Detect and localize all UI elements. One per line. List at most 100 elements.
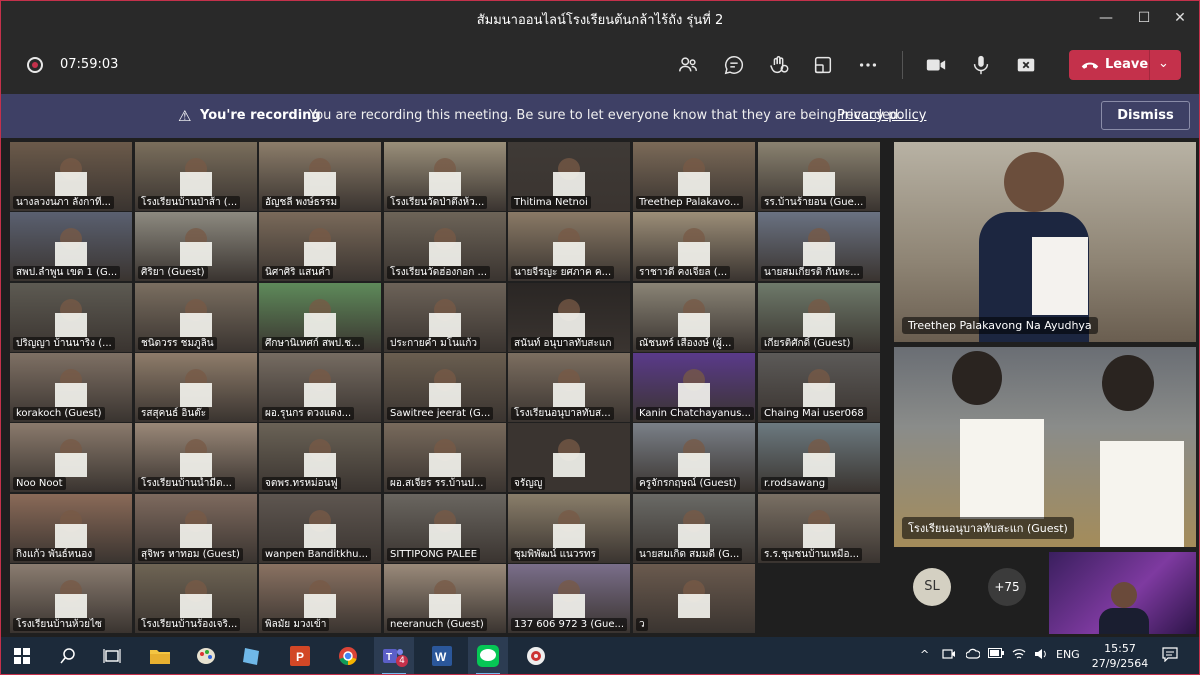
- participant-tile[interactable]: ร.ร.ชุมชนบ้านเหมือ...: [758, 494, 880, 563]
- participant-tile[interactable]: ว: [633, 564, 755, 633]
- reactions-icon[interactable]: [766, 52, 792, 78]
- more-participants-button[interactable]: +75: [988, 568, 1026, 606]
- participant-certificate: [803, 383, 835, 407]
- participant-tile[interactable]: โรงเรียนบ้านห้วยไซ: [10, 564, 132, 633]
- participant-tile[interactable]: r.rodsawang: [758, 423, 880, 492]
- language-indicator[interactable]: ENG: [1056, 648, 1080, 661]
- participant-tile[interactable]: Kanin Chatchayanus...: [633, 353, 755, 422]
- battery-icon[interactable]: [988, 648, 1004, 661]
- participant-name: พิลมัย มวงเข้า: [262, 618, 330, 631]
- participant-tile[interactable]: สุจิพร หาทอม (Guest): [135, 494, 257, 563]
- participant-name: neeranuch (Guest): [387, 618, 487, 631]
- participant-tile[interactable]: โรงเรียนบ้านน้ำมีด...: [135, 423, 257, 492]
- participant-tile[interactable]: รร.บ้านร้ายอน (Gue...: [758, 142, 880, 211]
- leave-button[interactable]: Leave ⌄: [1069, 50, 1181, 80]
- participant-tile[interactable]: เกียรติศักดิ์ (Guest): [758, 283, 880, 352]
- chevron-down-icon[interactable]: ⌄: [1158, 56, 1169, 71]
- cloud-icon[interactable]: [965, 648, 981, 663]
- chrome-icon[interactable]: [328, 637, 368, 675]
- participant-tile[interactable]: Chaing Mai user068: [758, 353, 880, 422]
- participant-tile[interactable]: ณัชนทร์ เสืองงษ์ (ผู้...: [633, 283, 755, 352]
- line-icon[interactable]: [468, 637, 508, 675]
- participant-tile[interactable]: โรงเรียนบ้านร้องเจริ...: [135, 564, 257, 633]
- participant-tile[interactable]: ผอ.รุนกร ดวงแดง...: [259, 353, 381, 422]
- participant-tile[interactable]: จตพร.ทรหม่อนฟู: [259, 423, 381, 492]
- file-explorer-icon[interactable]: [140, 637, 180, 675]
- participant-tile[interactable]: Thitima Netnoi: [508, 142, 630, 211]
- teams-icon[interactable]: T 4: [374, 637, 414, 675]
- chat-icon[interactable]: [721, 52, 747, 78]
- participant-name: 137 606 972 3 (Gue...: [511, 618, 628, 631]
- participant-tile[interactable]: ชุมพิพัฒน์ แนวรทร: [508, 494, 630, 563]
- search-icon[interactable]: [48, 637, 88, 675]
- notification-icon[interactable]: [1162, 646, 1178, 665]
- minimize-button[interactable]: —: [1086, 0, 1126, 36]
- participant-tile[interactable]: ราชาวดี คงเจียล (...: [633, 212, 755, 281]
- wifi-icon[interactable]: [1012, 648, 1026, 663]
- meet-now-icon[interactable]: [942, 648, 956, 663]
- paint-icon[interactable]: [186, 637, 226, 675]
- task-view-icon[interactable]: [92, 637, 132, 675]
- participant-tile[interactable]: โรงเรียนบ้านป่าส้า (...: [135, 142, 257, 211]
- participant-tile[interactable]: neeranuch (Guest): [384, 564, 506, 633]
- participant-tile[interactable]: Treethep Palakavo...: [633, 142, 755, 211]
- participant-certificate: [304, 242, 336, 266]
- participant-name: ร.ร.ชุมชนบ้านเหมือ...: [761, 548, 863, 561]
- participant-tile[interactable]: รสสุคนธ์ อินต๊ะ: [135, 353, 257, 422]
- participant-tile[interactable]: ประกายคำ มโนแก้ว: [384, 283, 506, 352]
- participant-tile[interactable]: ผอ.สเจียร รร.บ้านป...: [384, 423, 506, 492]
- participant-tile[interactable]: นายสมเกียรติ กันทะ...: [758, 212, 880, 281]
- participant-tile[interactable]: SITTIPONG PALEE: [384, 494, 506, 563]
- notepad-icon[interactable]: [232, 637, 272, 675]
- participant-certificate: [678, 524, 710, 548]
- media-player-icon[interactable]: [516, 637, 556, 675]
- dismiss-button[interactable]: Dismiss: [1101, 101, 1190, 130]
- system-clock[interactable]: 15:57 27/9/2564: [1090, 641, 1150, 671]
- chevron-up-icon[interactable]: ^: [920, 648, 929, 661]
- camera-icon[interactable]: [923, 52, 949, 78]
- participant-tile[interactable]: นายจีรญะ ยศภาค ค...: [508, 212, 630, 281]
- participant-tile[interactable]: นิศาศิริ แสนคำ: [259, 212, 381, 281]
- participant-tile[interactable]: นางลวงนภา ลังกาที่...: [10, 142, 132, 211]
- participant-tile[interactable]: อัญชลี พงษ์ธรรม: [259, 142, 381, 211]
- participant-tile[interactable]: สพป.ลำพูน เขต 1 (G...: [10, 212, 132, 281]
- word-icon[interactable]: W: [422, 637, 462, 675]
- participant-tile[interactable]: จรัญญู: [508, 423, 630, 492]
- svg-text:P: P: [296, 650, 304, 664]
- participant-tile[interactable]: wanpen Banditkhu...: [259, 494, 381, 563]
- participant-tile[interactable]: พิลมัย มวงเข้า: [259, 564, 381, 633]
- participant-tile[interactable]: ชนิดวรร ชมภูลิน: [135, 283, 257, 352]
- participant-tile[interactable]: ปริญญา บ้านนาริง (...: [10, 283, 132, 352]
- participant-name: ผอ.รุนกร ดวงแดง...: [262, 407, 355, 420]
- maximize-button[interactable]: ☐: [1124, 0, 1164, 36]
- participant-tile[interactable]: ครูจักรกฤษณ์ (Guest): [633, 423, 755, 492]
- participant-tile[interactable]: นายสมเกิด สมมดี (G...: [633, 494, 755, 563]
- privacy-policy-link[interactable]: Privacy policy: [837, 108, 926, 123]
- participant-tile[interactable]: ศึกษานิเทศก์ สพป.ช...: [259, 283, 381, 352]
- participant-tile[interactable]: โรงเรียนวัดป่าตึงห้ว...: [384, 142, 506, 211]
- volume-icon[interactable]: [1034, 648, 1048, 663]
- microphone-icon[interactable]: [968, 52, 994, 78]
- more-icon[interactable]: [855, 52, 881, 78]
- participant-tile[interactable]: ศิริยา (Guest): [135, 212, 257, 281]
- windows-start-icon[interactable]: [2, 637, 42, 675]
- powerpoint-icon[interactable]: P: [280, 637, 320, 675]
- participant-tile[interactable]: Sawitree jeerat (G...: [384, 353, 506, 422]
- participant-tile[interactable]: สนันท์ อนุบาลทับสะแก: [508, 283, 630, 352]
- participant-tile[interactable]: Noo Noot: [10, 423, 132, 492]
- participant-tile[interactable]: โรงเรียนวัดฮ่องกอก ...: [384, 212, 506, 281]
- participant-tile[interactable]: 137 606 972 3 (Gue...: [508, 564, 630, 633]
- share-tray-icon[interactable]: [810, 52, 836, 78]
- participant-certificate: [803, 524, 835, 548]
- participant-tile[interactable]: กิ่งแก้ว พันธ์หนอง: [10, 494, 132, 563]
- participant-tile[interactable]: โรงเรียนอนุบาลทับส...: [508, 353, 630, 422]
- featured-video-1[interactable]: Treethep Palakavong Na Ayudhya: [894, 142, 1196, 342]
- participant-tile[interactable]: korakoch (Guest): [10, 353, 132, 422]
- people-icon[interactable]: [675, 52, 701, 78]
- participant-certificate: [678, 453, 710, 477]
- close-window-button[interactable]: ✕: [1160, 0, 1200, 36]
- featured-certificate-b: [1100, 441, 1184, 547]
- participant-avatar[interactable]: SL: [913, 568, 951, 606]
- featured-video-2[interactable]: โรงเรียนอนุบาลทับสะแก (Guest): [894, 347, 1196, 547]
- share-screen-icon[interactable]: [1013, 52, 1039, 78]
